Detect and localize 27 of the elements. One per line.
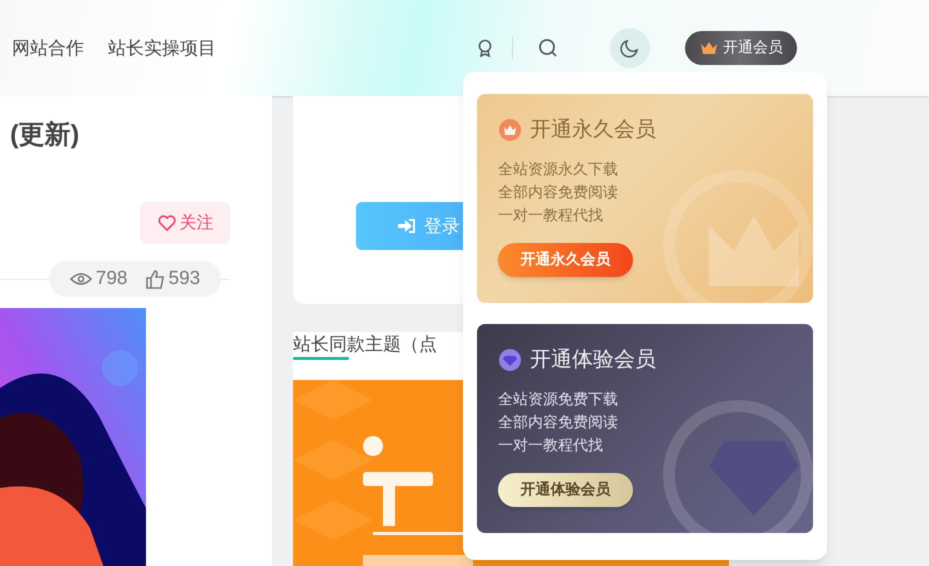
plan-feature: 全站资源永久下载 — [498, 160, 619, 180]
crown-badge-icon — [498, 118, 522, 142]
plan-feature: 全站资源免费下载 — [498, 390, 619, 410]
like-count: 593 — [168, 266, 200, 291]
award-icon[interactable] — [476, 38, 494, 58]
eye-icon — [70, 272, 92, 286]
article-title: (更新) — [9, 118, 80, 151]
gem-badge-icon — [498, 348, 522, 372]
theme-toggle-button[interactable] — [610, 28, 650, 68]
plan-button[interactable]: 开通体验会员 — [498, 473, 633, 507]
crown-icon — [699, 40, 719, 56]
nav-link[interactable]: 网站合作 — [12, 34, 84, 62]
plan-feature: 一对一教程代找 — [498, 206, 604, 226]
nav-link[interactable]: 站长实操项目 — [108, 34, 216, 62]
plan-feature: 一对一教程代找 — [498, 436, 604, 456]
plan-title: 开通永久会员 — [530, 117, 656, 143]
view-count: 798 — [96, 266, 128, 291]
moon-icon — [620, 38, 640, 58]
login-icon — [398, 218, 416, 234]
section-title: 站长同款主题（点 — [293, 333, 438, 356]
vip-button[interactable]: 开通会员 — [685, 31, 797, 65]
heart-icon — [156, 214, 176, 232]
plan-feature: 全部内容免费阅读 — [498, 183, 619, 203]
thumbs-up-icon — [146, 270, 164, 288]
search-icon[interactable] — [538, 38, 558, 58]
plan-title: 开通体验会员 — [530, 347, 656, 373]
plan-feature: 全部内容免费阅读 — [498, 413, 619, 433]
